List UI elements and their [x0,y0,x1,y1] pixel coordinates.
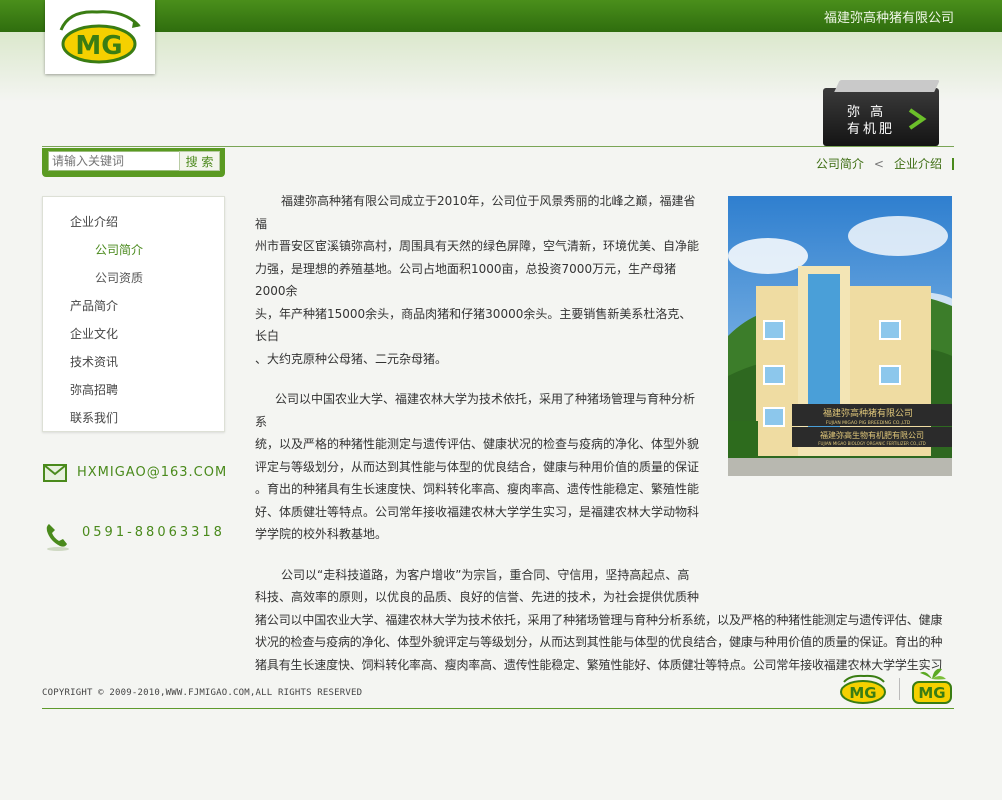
sidebar-item-culture[interactable]: 企业文化 [70,325,118,342]
fertilizer-line1: 弥 高 [847,105,887,120]
text-line: 评定与等级划分，从而达到其性能与体型的优良结合，健康与种用价值的质量的保证 [255,459,700,474]
site-logo[interactable]: MG [45,0,155,74]
sidebar-item-company-profile[interactable]: 公司简介 [95,241,143,258]
sidebar-item-qualifications[interactable]: 公司资质 [95,269,143,286]
logo-text: MG [75,31,122,61]
text-line: 好、体质健壮等特点。公司常年接收福建农林大学学生实习，是福建农林大学动物科 [255,504,700,519]
fertilizer-line2: 有机肥 [847,122,896,137]
photo-sign2-cn: 福建弥高生物有机肥有限公司 [820,430,924,440]
text-line: 科技、高效率的原则，以优良的品质、良好的信誉、先进的技术，为社会提供优质种 [255,590,700,604]
text-line: 头，年产种猪15000余头，商品肉猪和仔猪30000余头。主要销售新美系杜洛克、… [255,306,692,344]
text-line: 公司以“走科技道路，为客户增收”为宗旨，重合同、守信用，坚持高起点、高 [281,567,690,582]
sidebar-nav: 企业介绍 公司简介 公司资质 产品简介 企业文化 技术资讯 弥高招聘 联系我们 [42,196,225,432]
photo-sign-cn: 福建弥高种猪有限公司 [823,407,913,419]
copyright-notice: COPYRIGHT © 2009-2010,WWW.FJMIGAO.COM,AL… [42,688,363,698]
mg-logo-icon: MG [59,10,141,64]
text-line: 统，以及严格的种猪性能测定与遗传评估、健康状况的检查与疫病的净化、体型外貌 [255,437,700,451]
text-line: 猪公司以中国农业大学、福建农林大学为技术依托，采用了种猪场管理与育种分析系统，以… [255,612,943,627]
text-line: 州市晋安区宦溪镇弥高村，周围具有天然的绿色屏障，空气清新，环境优美、自净能 [255,239,700,253]
breadcrumb-separator: < [873,156,884,171]
sidebar-item-jobs[interactable]: 弥高招聘 [70,381,118,398]
header-divider [42,146,954,147]
footer-logo2-text: MG [918,684,945,702]
text-line: 学学院的校外科教基地。 [255,527,388,541]
text-line: 。育出的种猪具有生长速度快、饲料转化率高、瘦肉率高、遗传性能稳定、繁殖性能 [255,482,700,496]
contact-phone[interactable]: 0591-88063318 [82,525,225,540]
footer-logo-text: MG [849,684,876,702]
email-icon [43,464,67,482]
phone-icon [46,524,69,551]
sidebar-item-enterprise[interactable]: 企业介绍 [70,213,118,230]
photo-sign2-en: FUJIAN MIGAO BIOLOGY ORGANIC FERTILIZER … [818,441,926,446]
footer-mg-logo-icon: MG [840,674,886,704]
breadcrumb-enterprise-intro[interactable]: 企业介绍 [894,155,942,172]
paragraph-mission: 公司以“走科技道路，为客户增收”为宗旨，重合同、守信用，坚持高起点、高 科技、高… [255,564,955,677]
organic-fertilizer-tab[interactable]: 弥 高 有机肥 [823,88,939,146]
text-line: 、大约克原种公母猪、二元杂母猪。 [255,351,448,366]
sidebar-item-contact[interactable]: 联系我们 [70,409,118,426]
footer-logo-divider [899,678,900,700]
paragraph-intro: 福建弥高种猪有限公司成立于2010年，公司位于风景秀丽的北峰之巅，福建省福 州市… [255,190,702,370]
text-line: 福建弥高种猪有限公司成立于2010年，公司位于风景秀丽的北峰之巅，福建省福 [255,194,696,231]
search-button[interactable]: 搜 索 [179,151,220,171]
text-line: 状况的检查与疫病的净化、体型外貌评定与等级划分，从而达到其性能与体型的优良结合，… [255,635,943,649]
footer-divider [42,708,954,709]
contact-email[interactable]: HXMIGAO@163.COM [77,465,227,480]
paragraph-technology: 公司以中国农业大学、福建农林大学为技术依托，采用了种猪场管理与育种分析系 统，以… [255,388,702,546]
footer-organic-logo-icon: MG [912,668,952,704]
breadcrumb-bar [952,157,954,170]
search-input[interactable] [48,151,180,171]
arrow-right-icon [908,108,927,130]
breadcrumb: 公司简介 < 企业介绍 [816,155,954,172]
photo-sign-en: FUJIAN MIGAO PIG BREEDING CO.,LTD [826,420,911,426]
sidebar-item-products[interactable]: 产品简介 [70,297,118,314]
company-name-header: 福建弥高种猪有限公司 [823,11,954,26]
text-line: 公司以中国农业大学、福建农林大学为技术依托，采用了种猪场管理与育种分析系 [255,392,696,429]
company-building-photo: 福建弥高种猪有限公司 FUJIAN MIGAO PIG BREEDING CO.… [728,196,952,476]
breadcrumb-company-intro[interactable]: 公司简介 [816,155,864,172]
text-line: 力强，是理想的养殖基地。公司占地面积1000亩，总投资7000万元，生产母猪20… [255,261,677,299]
sidebar-item-tech-news[interactable]: 技术资讯 [70,353,118,370]
